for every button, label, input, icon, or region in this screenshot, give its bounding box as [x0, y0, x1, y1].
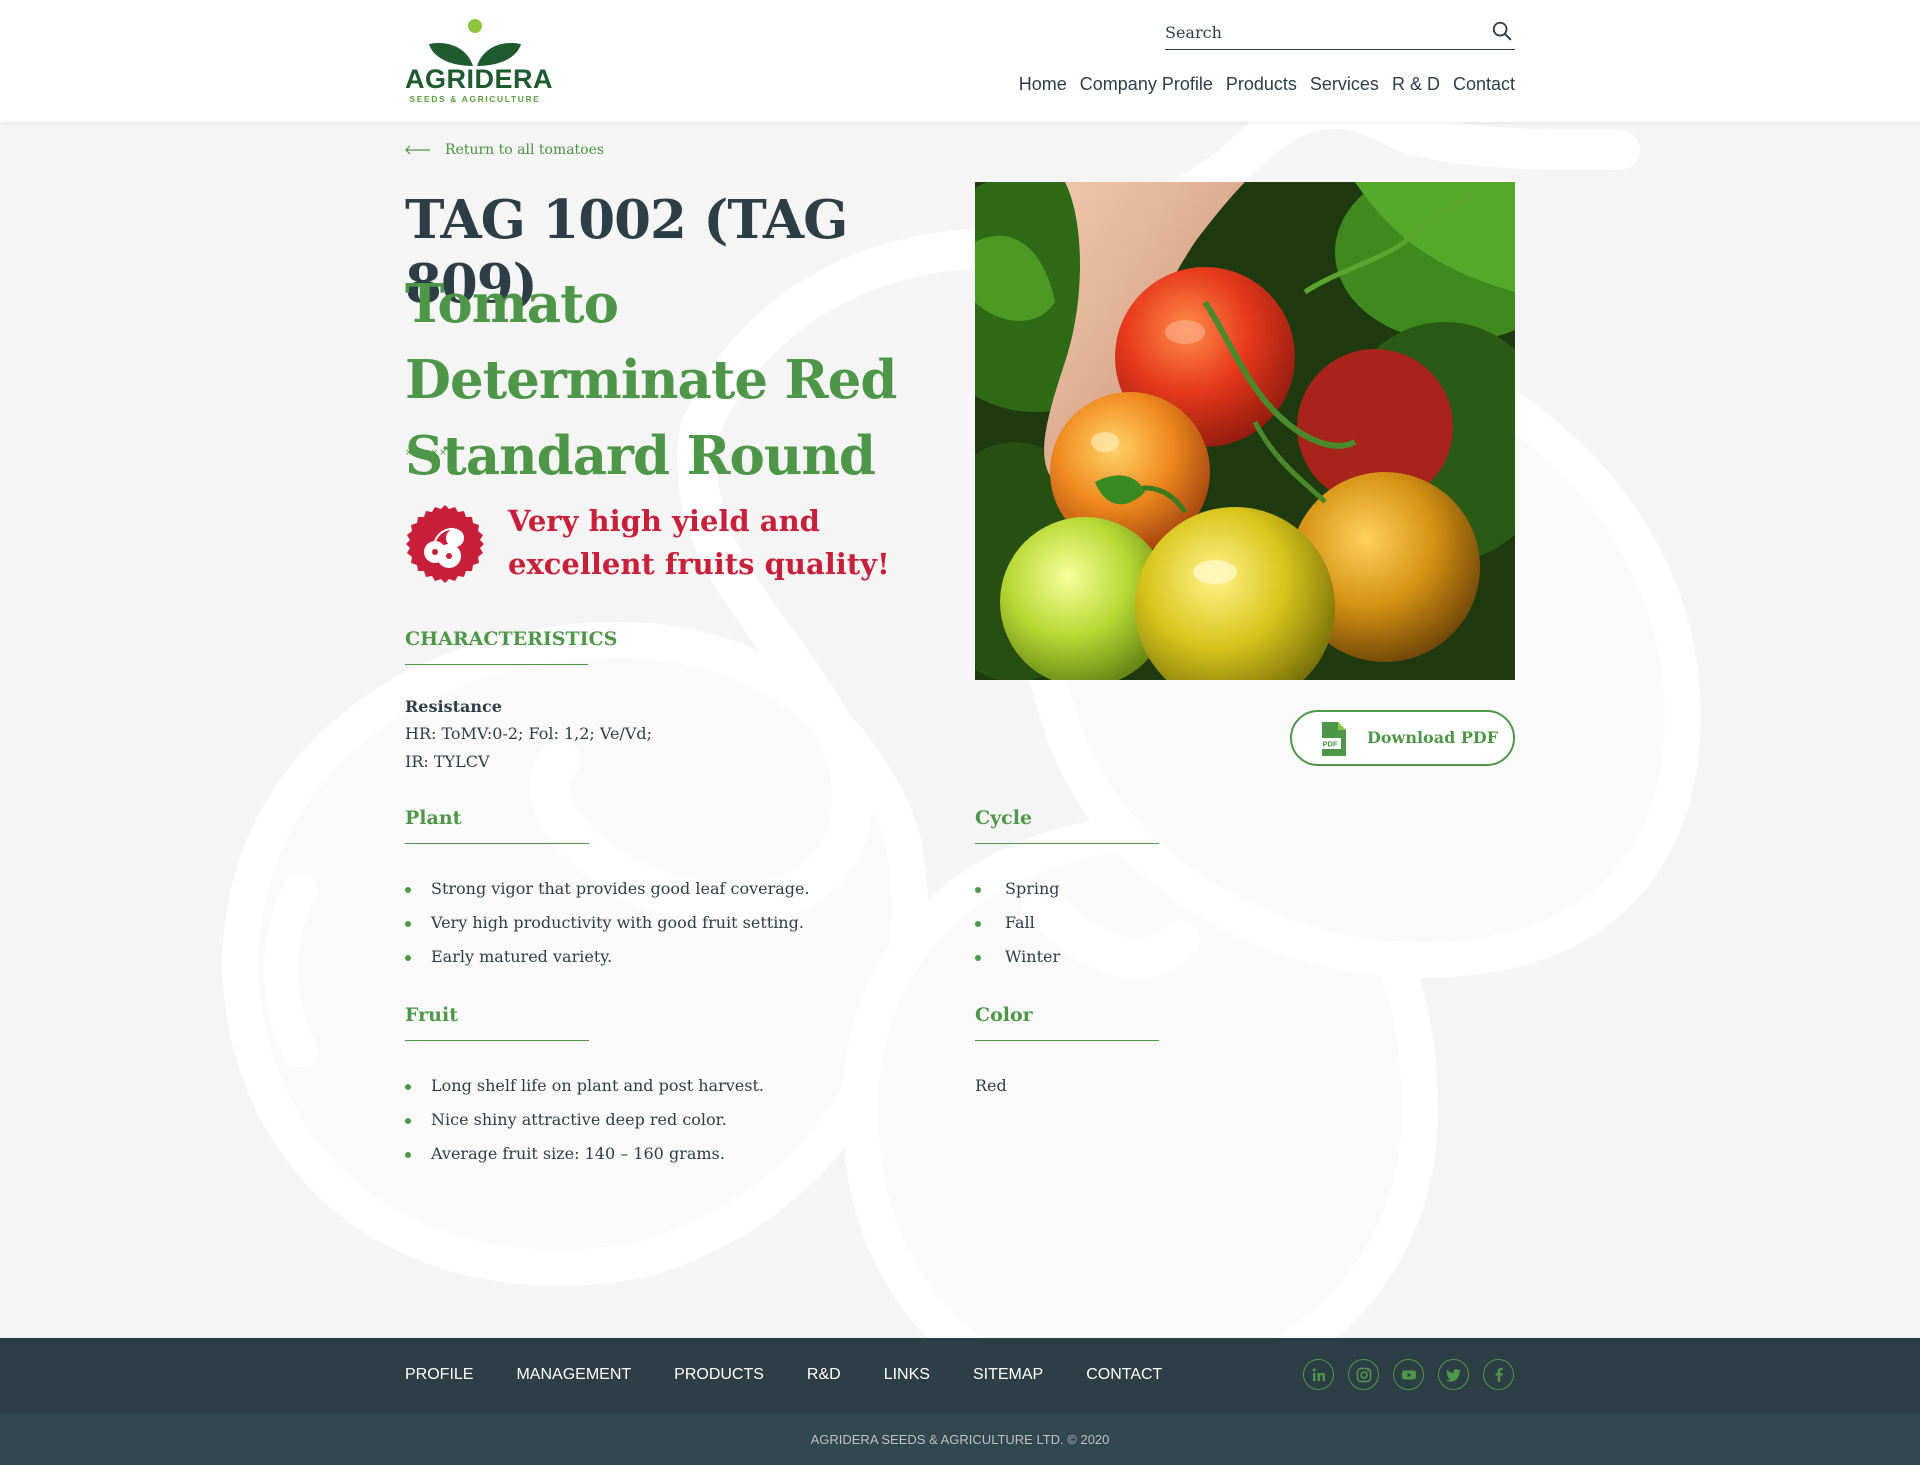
linkedin-icon[interactable] [1303, 1359, 1334, 1390]
resistance-label: Resistance [405, 697, 502, 716]
footer-nav-r-and-d[interactable]: R&D [807, 1366, 841, 1384]
facebook-icon[interactable] [1483, 1359, 1514, 1390]
nav-contact[interactable]: Contact [1453, 74, 1515, 95]
footer-copyright-bar: AGRIDERA SEEDS & AGRICULTURE LTD. © 2020 [0, 1414, 1920, 1465]
cycle-heading: Cycle [975, 807, 1159, 844]
youtube-icon[interactable] [1393, 1359, 1424, 1390]
plant-list: Strong vigor that provides good leaf cov… [405, 872, 810, 974]
download-pdf-button[interactable]: PDF Download PDF [1290, 710, 1515, 766]
logo-tagline: SEEDS & AGRICULTURE [409, 94, 541, 104]
highlight-tagline: Very high yield and excellent fruits qua… [508, 504, 890, 581]
back-link-label: Return to all tomatoes [445, 142, 605, 158]
tomato-badge-icon [406, 505, 484, 583]
fruit-heading: Fruit [405, 1004, 589, 1041]
logo-leaves-icon [429, 19, 521, 66]
nav-services[interactable]: Services [1310, 74, 1379, 95]
list-item: Very high productivity with good fruit s… [405, 906, 810, 940]
footer-nav-links[interactable]: LINKS [884, 1366, 930, 1384]
plant-heading: Plant [405, 807, 589, 844]
list-item: Spring [975, 872, 1060, 906]
footer-nav-profile[interactable]: PROFILE [405, 1366, 473, 1384]
download-pdf-label: Download PDF [1367, 728, 1499, 747]
color-value: Red [975, 1076, 1007, 1095]
search-icon[interactable] [1491, 20, 1513, 42]
search-input[interactable] [1165, 18, 1475, 46]
list-item: Long shelf life on plant and post harves… [405, 1069, 764, 1103]
list-item: Fall [975, 906, 1060, 940]
rating-marks: ××××× [405, 448, 448, 458]
footer-nav-management[interactable]: MANAGEMENT [516, 1366, 631, 1384]
nav-company-profile[interactable]: Company Profile [1080, 74, 1213, 95]
list-item: Average fruit size: 140 – 160 grams. [405, 1137, 764, 1171]
footer-navigation: PROFILE MANAGEMENT PRODUCTS R&D LINKS SI… [405, 1366, 1205, 1384]
social-links [1303, 1359, 1514, 1390]
footer-nav-products[interactable]: PRODUCTS [674, 1366, 764, 1384]
search-bar [1165, 16, 1515, 50]
nav-r-and-d[interactable]: R & D [1392, 74, 1440, 95]
fruit-list: Long shelf life on plant and post harves… [405, 1069, 764, 1171]
cycle-list: Spring Fall Winter [975, 872, 1060, 974]
list-item: Nice shiny attractive deep red color. [405, 1103, 764, 1137]
list-item: Winter [975, 940, 1060, 974]
twitter-icon[interactable] [1438, 1359, 1469, 1390]
copyright-text: AGRIDERA SEEDS & AGRICULTURE LTD. © 2020 [810, 1432, 1110, 1447]
characteristics-heading: CHARACTERISTICS [405, 628, 617, 665]
color-heading: Color [975, 1004, 1159, 1041]
site-footer: PROFILE MANAGEMENT PRODUCTS R&D LINKS SI… [0, 1338, 1920, 1414]
agridera-logo[interactable]: AGRIDERA SEEDS & AGRICULTURE [405, 18, 554, 104]
resistance-ir-value: IR: TYLCV [405, 752, 490, 771]
resistance-hr-value: HR: ToMV:0-2; Fol: 1,2; Ve/Vd; [405, 724, 653, 743]
product-subtitle: Tomato Determinate Red Standard Round [405, 273, 897, 487]
site-header: AGRIDERA SEEDS & AGRICULTURE Home Compan… [0, 0, 1920, 122]
footer-nav-sitemap[interactable]: SITEMAP [973, 1366, 1043, 1384]
pdf-icon-label: PDF [1323, 740, 1338, 749]
arrow-left-icon [405, 145, 430, 155]
main-navigation: Home Company Profile Products Services R… [1019, 74, 1515, 95]
nav-home[interactable]: Home [1019, 74, 1067, 95]
pdf-file-icon: PDF [1319, 722, 1346, 756]
nav-products[interactable]: Products [1226, 74, 1297, 95]
list-item: Strong vigor that provides good leaf cov… [405, 872, 810, 906]
back-to-tomatoes-link[interactable]: Return to all tomatoes [405, 142, 604, 158]
product-detail: Return to all tomatoes TAG 1002 (TAG 809… [0, 122, 1920, 1338]
list-item: Early matured variety. [405, 940, 810, 974]
footer-nav-contact[interactable]: CONTACT [1086, 1366, 1162, 1384]
product-photo [975, 182, 1515, 680]
logo-wordmark: AGRIDERA [405, 64, 554, 94]
instagram-icon[interactable] [1348, 1359, 1379, 1390]
